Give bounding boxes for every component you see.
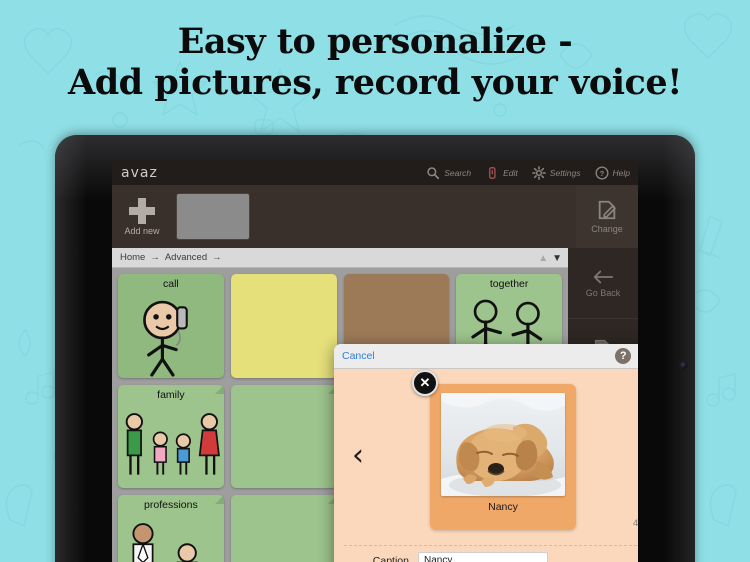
toolbar-help-label: Help — [612, 167, 630, 178]
professions-symbol-icon — [118, 511, 224, 562]
grid-cell-hidden-1[interactable] — [230, 274, 337, 378]
toolbar-search-label: Search — [444, 167, 472, 178]
previous-symbol-arrow[interactable]: ‹ — [352, 441, 364, 471]
breadcrumb-separator-1: → — [150, 252, 160, 263]
question-icon: ? — [595, 166, 608, 179]
add-new-button[interactable]: Add new — [112, 185, 172, 248]
symbol-preview-zone: ‹ ✕ Nancy 4 — [334, 369, 638, 545]
gear-icon — [531, 165, 546, 180]
go-back-button[interactable]: Go Back — [568, 248, 638, 320]
svg-text:?: ? — [599, 168, 604, 177]
headline-line-2: Add pictures, record your voice! — [68, 62, 682, 104]
change-button[interactable]: Change — [576, 185, 638, 248]
toolbar-edit-label: Edit — [503, 167, 518, 178]
toolbar-settings-label: Settings — [549, 167, 581, 178]
breadcrumb-item-home[interactable]: Home — [120, 252, 145, 263]
grid-cell-call[interactable]: call — [118, 274, 224, 378]
selected-cell-preview[interactable] — [176, 193, 250, 240]
toolbar-settings-button[interactable]: Settings — [531, 165, 581, 180]
app-screen: avaz Search Edit Settings ? Help Add new… — [112, 160, 638, 562]
edit-symbol-dialog: Cancel ? Save ‹ ✕ — [334, 344, 638, 562]
dialog-help-icon[interactable]: ? — [615, 348, 632, 364]
page-title: Easy to personalize - Add pictures, reco… — [0, 21, 750, 104]
toolbar-actions: Search Edit Settings ? Help — [426, 165, 638, 180]
scroll-down-icon[interactable]: ▼ — [552, 253, 562, 264]
add-new-label: Add new — [124, 225, 160, 236]
go-back-label: Go Back — [585, 287, 621, 298]
tablet-device: avaz Search Edit Settings ? Help Add new… — [55, 135, 695, 562]
caption-label: Caption — [372, 554, 409, 562]
toolbar-help-button[interactable]: ? Help — [595, 166, 630, 180]
edit-pencil-icon — [489, 166, 496, 179]
call-symbol-icon — [118, 290, 224, 378]
caption-row: Caption Nancy — [334, 546, 638, 562]
dialog-header: Cancel ? Save — [334, 344, 638, 369]
remove-image-button[interactable]: ✕ — [412, 370, 438, 396]
app-toolbar: avaz Search Edit Settings ? Help — [112, 160, 638, 185]
plus-icon — [129, 197, 155, 224]
caption-input[interactable]: Nancy — [418, 551, 548, 562]
change-label: Change — [591, 224, 623, 234]
grid-cell-label: call — [162, 278, 179, 290]
breadcrumb: Home → Advanced → — [112, 248, 568, 268]
arrow-left-icon — [593, 270, 614, 284]
symbol-counter: 4 of 35 — [632, 518, 638, 529]
grid-scroll-arrows: ▲ ▼ — [512, 248, 568, 268]
front-camera-icon — [679, 361, 688, 370]
grid-cell-family[interactable]: family — [118, 384, 224, 489]
cancel-button[interactable]: Cancel — [342, 350, 375, 362]
avaz-logo: avaz — [121, 164, 158, 181]
dialog-header-right: ? Save — [615, 348, 638, 364]
symbol-preview-caption: Nancy — [488, 501, 518, 513]
breadcrumb-separator-2: → — [212, 252, 222, 263]
search-icon — [427, 166, 440, 179]
toolbar-edit-button[interactable]: Edit — [485, 166, 518, 180]
grid-cell-label: family — [157, 388, 185, 401]
grid-cell-hidden-3[interactable] — [230, 384, 337, 489]
toolbar-search-button[interactable]: Search — [426, 166, 471, 180]
headline-line-1: Easy to personalize - — [177, 21, 573, 62]
grid-cell-label: together — [489, 278, 529, 290]
grid-cell-professions[interactable]: professions — [118, 495, 224, 562]
scroll-up-icon[interactable]: ▲ — [538, 253, 548, 264]
grid-cell-label: professions — [144, 499, 198, 512]
puppy-photo — [441, 393, 565, 496]
symbol-preview-card[interactable]: ✕ Nancy — [412, 370, 576, 530]
change-icon — [598, 200, 616, 220]
grid-cell-hidden-5[interactable] — [230, 495, 337, 562]
breadcrumb-item-advanced[interactable]: Advanced — [165, 252, 207, 263]
family-symbol-icon — [118, 401, 224, 489]
edit-toolbar: Add new Change — [112, 185, 638, 248]
